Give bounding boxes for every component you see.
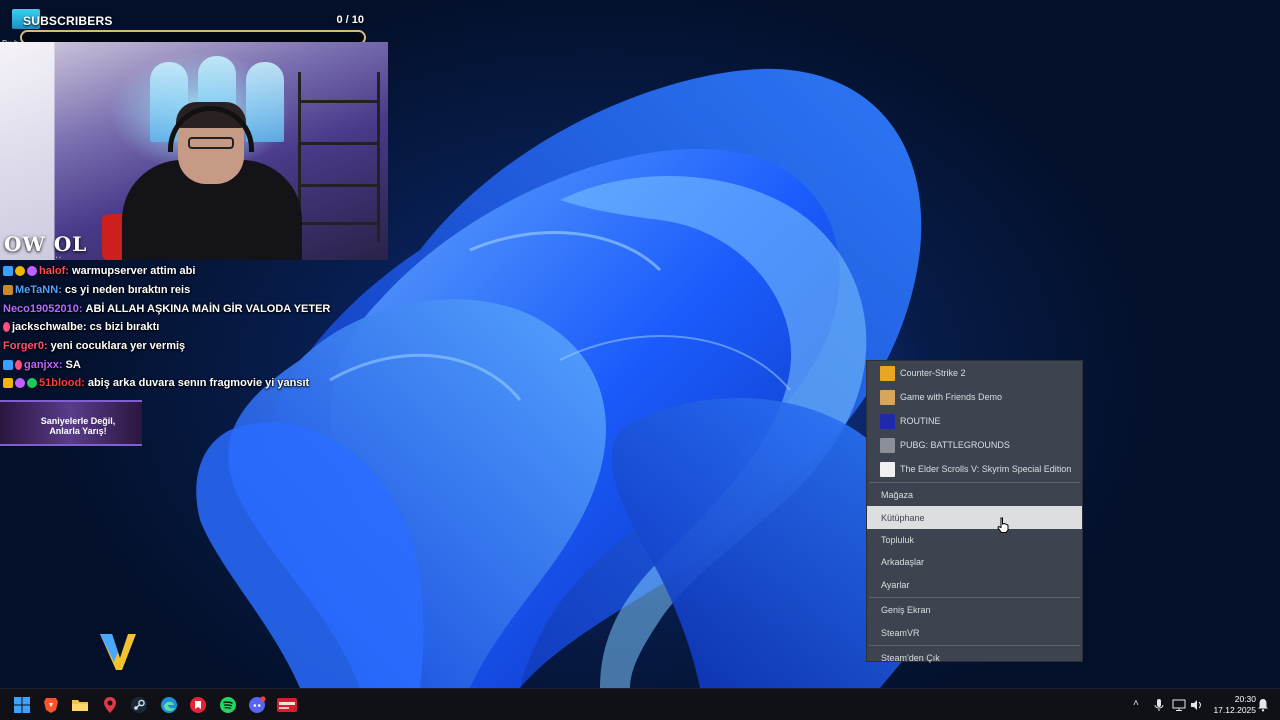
chat-text: yeni cocuklara yer vermiş — [50, 340, 186, 353]
steam-icon[interactable] — [130, 696, 148, 714]
menu-separator — [869, 596, 1080, 598]
chat-username: halof: — [39, 265, 69, 278]
clock-date: 17.12.2025 — [1213, 705, 1256, 715]
menu-game-cs2[interactable]: Counter-Strike 2 — [867, 361, 1082, 385]
menu-separator — [869, 482, 1080, 483]
check-badge-icon — [27, 378, 37, 389]
crown-badge-icon — [3, 378, 13, 389]
notification-bell-icon[interactable] — [1257, 698, 1269, 712]
hand-cursor-icon — [997, 517, 1009, 533]
webcam-overlay — [0, 42, 388, 260]
sponsor-banner: Saniyelerle Değil, Anlarla Yarış! — [0, 400, 142, 446]
brave-icon[interactable] — [42, 696, 60, 714]
chat-text: cs bizi bıraktı — [89, 321, 160, 334]
menu-item-big-picture[interactable]: Geniş Ekran — [867, 599, 1082, 621]
menu-game-routine[interactable]: ROUTINE — [867, 409, 1082, 433]
menu-item-library[interactable]: Kütüphane — [867, 506, 1082, 529]
streamer-app-icon[interactable] — [277, 696, 297, 714]
chat-clipped-line: …… — [40, 252, 62, 261]
menu-item-friends[interactable]: Arkadaşlar — [867, 551, 1082, 573]
menu-game-gwf[interactable]: Game with Friends Demo — [867, 385, 1082, 409]
skyrim-icon — [880, 461, 895, 477]
menu-game-label: ROUTINE — [900, 416, 941, 426]
chat-message: ganjxx: SA — [0, 355, 420, 374]
chat-message: Forger0: yeni cocuklara yer vermiş — [0, 337, 420, 356]
chat-username: jackschwalbe: — [12, 321, 87, 334]
menu-game-skyrim[interactable]: The Elder Scrolls V: Skyrim Special Edit… — [867, 457, 1082, 481]
brand-v-logo — [100, 634, 136, 670]
discord-icon[interactable] — [248, 696, 266, 714]
menu-item-exit[interactable]: Steam'den Çık — [867, 647, 1082, 669]
menu-separator — [869, 644, 1080, 646]
volume-icon[interactable] — [1189, 698, 1203, 712]
windows-taskbar: ˄ 20:30 17.12.2025 — [0, 688, 1280, 720]
chat-username: 51blood: — [39, 377, 85, 390]
menu-game-pubg[interactable]: PUBG: BATTLEGROUNDS — [867, 433, 1082, 457]
chat-text: SA — [65, 358, 81, 371]
prime-badge-icon — [3, 266, 13, 277]
subscriber-goal-title: SUBSCRIBERS — [23, 14, 113, 28]
subscriber-goal-count: 0 / 10 — [336, 14, 364, 26]
cam-shelf-shape — [298, 72, 380, 242]
chat-username: Neco19052010: — [3, 302, 83, 315]
pin-badge-icon — [15, 359, 22, 370]
spotify-icon[interactable] — [219, 696, 237, 714]
cam-glasses-shape — [188, 137, 234, 149]
menu-item-steamvr[interactable]: SteamVR — [867, 621, 1082, 643]
chat-text: cs yi neden bıraktın reis — [64, 284, 191, 297]
cs2-icon — [880, 365, 895, 381]
tray-overflow-chevron-icon[interactable]: ˄ — [1133, 698, 1139, 709]
chat-message: MeTaNN: cs yi neden bıraktın reis — [0, 281, 420, 300]
red-app-icon[interactable] — [189, 696, 207, 714]
prime-badge-icon — [3, 359, 13, 370]
gem-badge-icon — [15, 378, 25, 389]
shield-badge-icon — [3, 285, 13, 296]
desktop-wallpaper: SUBSCRIBERS 0 / 10 Bu h OW OL …… halof: … — [0, 0, 1280, 688]
gem-badge-icon — [27, 266, 37, 277]
chat-username: Forger0: — [3, 340, 48, 353]
gwf-icon — [880, 389, 895, 405]
windows-start-icon[interactable] — [13, 696, 31, 714]
stream-chat: …… halof: warmupserver attim abi MeTaNN:… — [0, 252, 420, 393]
steam-tray-menu: Counter-Strike 2 Game with Friends Demo … — [866, 360, 1083, 663]
bits-badge-icon — [15, 266, 25, 277]
chat-message: halof: warmupserver attim abi — [0, 262, 420, 281]
menu-item-settings[interactable]: Ayarlar — [867, 574, 1082, 596]
routine-icon — [880, 413, 895, 429]
menu-item-community[interactable]: Topluluk — [867, 529, 1082, 551]
menu-game-label: Counter-Strike 2 — [900, 368, 966, 378]
edge-icon[interactable] — [160, 696, 178, 714]
cam-window-shape — [246, 62, 284, 142]
menu-game-label: The Elder Scrolls V: Skyrim Special Edit… — [900, 464, 1072, 474]
pubg-icon — [880, 437, 895, 453]
chat-message: Neco19052010: ABİ ALLAH AŞKINA MAİN GİR … — [0, 299, 420, 318]
microphone-icon[interactable] — [1153, 698, 1165, 712]
chat-message: 51blood: abiş arka duvara senın fragmovi… — [0, 374, 420, 393]
chat-message: jackschwalbe: cs bizi bıraktı — [0, 318, 420, 337]
menu-item-store[interactable]: Mağaza — [867, 484, 1082, 506]
network-icon[interactable] — [1172, 698, 1186, 712]
chat-text: abiş arka duvara senın fragmovie yi yans… — [87, 377, 310, 390]
sponsor-line-2: Anlarla Yarış! — [49, 426, 107, 436]
file-explorer-icon[interactable] — [71, 696, 89, 714]
chat-username: ganjxx: — [24, 358, 63, 371]
sponsor-line-1: Saniyelerle Değil, — [40, 416, 116, 426]
chat-username: MeTaNN: — [15, 284, 62, 297]
chat-text: warmupserver attim abi — [71, 265, 196, 278]
riot-client-icon[interactable] — [101, 696, 119, 714]
system-clock[interactable]: 20:30 17.12.2025 — [1206, 694, 1256, 716]
pin-badge-icon — [3, 322, 10, 333]
menu-game-label: Game with Friends Demo — [900, 392, 1003, 402]
chat-text: ABİ ALLAH AŞKINA MAİN GİR VALODA YETER — [85, 302, 331, 315]
clock-time: 20:30 — [1234, 694, 1256, 704]
menu-game-label: PUBG: BATTLEGROUNDS — [900, 440, 1010, 450]
